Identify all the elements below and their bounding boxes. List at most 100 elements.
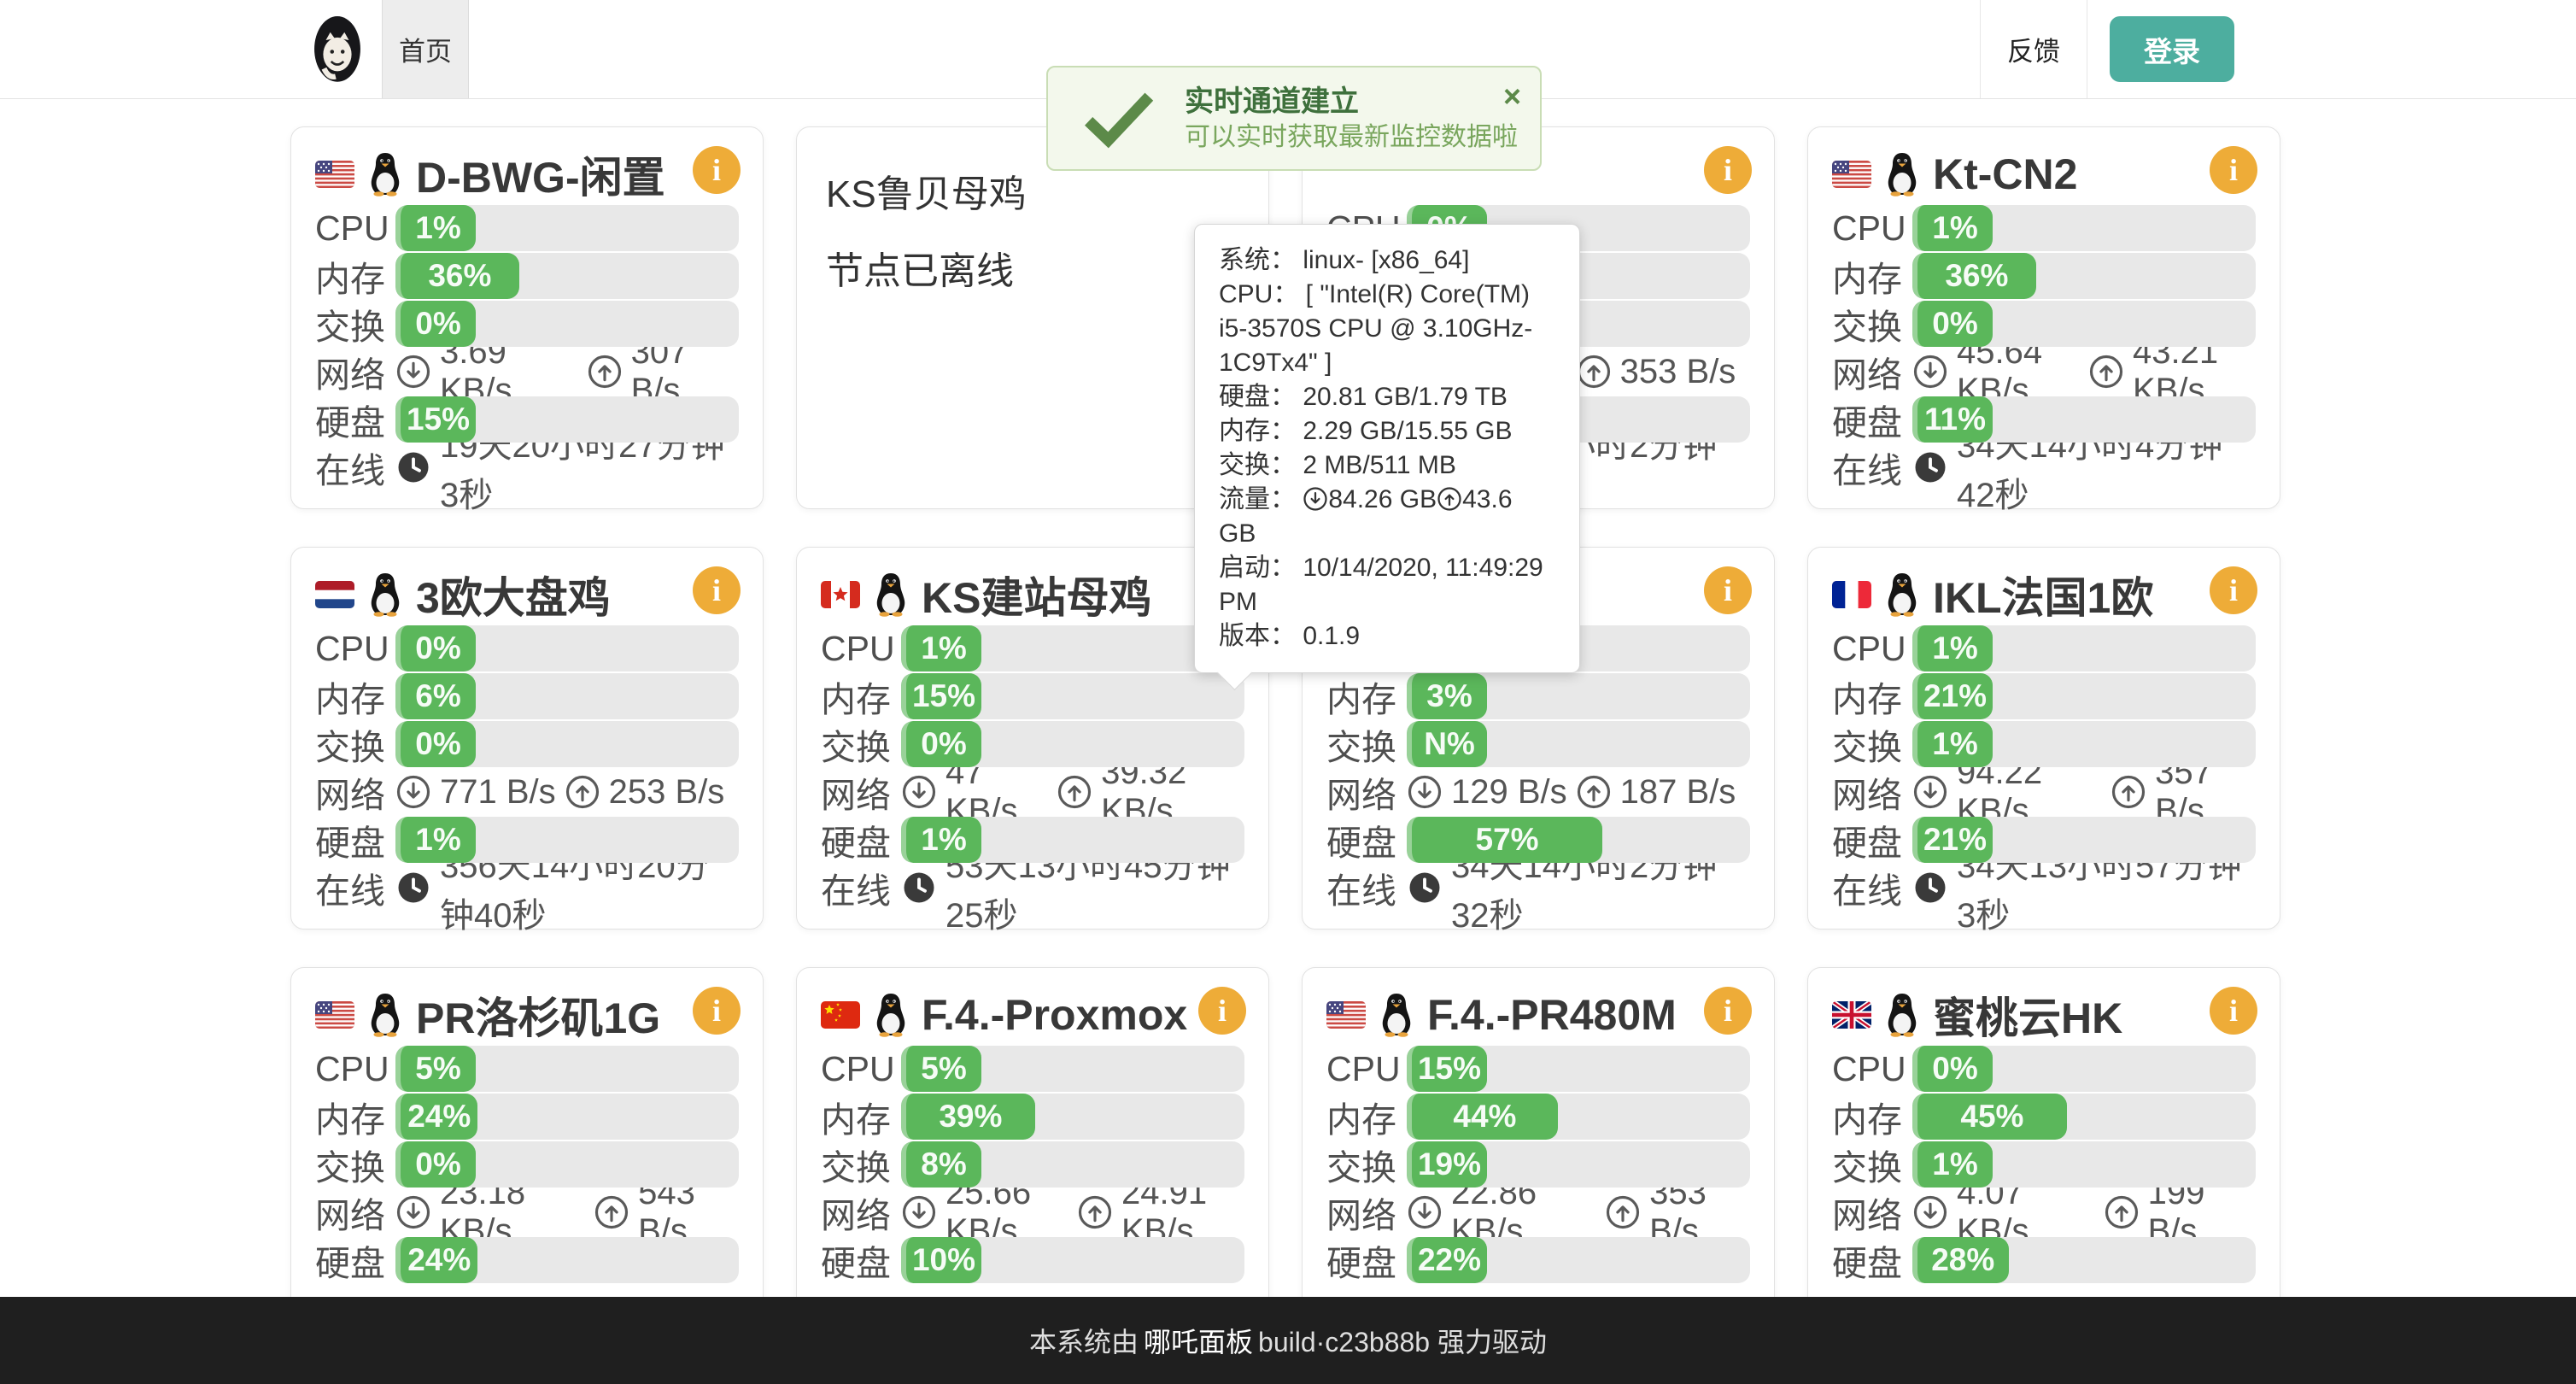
cpu-label: CPU [821, 629, 901, 669]
disk-row: 硬盘 15% [315, 396, 739, 443]
footer: 本系统由 哪吒面板 build·c23b88b 强力驱动 [0, 1297, 2576, 1384]
info-icon[interactable]: i [693, 987, 741, 1035]
tab-home[interactable]: 首页 [382, 0, 469, 98]
info-icon[interactable]: i [1704, 987, 1752, 1035]
arrow-up-circle-icon [2104, 1194, 2140, 1230]
swap-row: 交换 0% [1832, 300, 2256, 348]
arrow-up-circle-icon [2111, 774, 2146, 810]
mem-label: 内存 [821, 671, 901, 722]
net-row: 网络 25.66 KB/s 24.91 KB/s [821, 1188, 1244, 1236]
disk-bar-fill: 21% [1912, 817, 1993, 863]
feedback-link[interactable]: 反馈 [1980, 0, 2087, 98]
net-label: 网络 [1832, 1187, 1912, 1238]
net-values: 771 B/s 253 B/s [395, 773, 724, 812]
disk-bar-fill: 24% [395, 1237, 477, 1283]
disk-bar: 28% [1912, 1237, 2256, 1283]
swap-label: 交换 [1326, 718, 1407, 770]
net-values: 129 B/s 187 B/s [1407, 773, 1736, 812]
tooltip-line: 交换： 2 MB/511 MB [1219, 449, 1555, 483]
net-label: 网络 [1832, 766, 1912, 818]
toast-message: 可以实时获取最新监控数据啦 [1185, 120, 1518, 155]
arrow-down-circle-icon [1912, 774, 1948, 810]
disk-row: 硬盘 24% [315, 1236, 739, 1284]
cpu-label: CPU [1832, 629, 1912, 669]
cpu-bar: 5% [901, 1046, 1244, 1092]
check-icon [1082, 89, 1156, 149]
online-row: 在线 19天20小时27分钟3秒 [315, 443, 739, 491]
cpu-label: CPU [315, 629, 395, 669]
swap-bar: 0% [1912, 301, 2256, 347]
toast-realtime-channel: 实时通道建立 可以实时获取最新监控数据啦 × [1046, 66, 1542, 171]
info-icon[interactable]: i [1198, 987, 1246, 1035]
disk-label: 硬盘 [1832, 814, 1912, 865]
arrow-up-circle-icon [587, 354, 623, 390]
tooltip-traffic-line: 流量： 84.26 GB43.6 GB [1219, 483, 1555, 551]
cpu-row: CPU 1% [315, 204, 739, 252]
swap-bar-fill: 0% [1912, 301, 1993, 347]
disk-bar-fill: 22% [1407, 1237, 1487, 1283]
swap-label: 交换 [1832, 298, 1912, 349]
linux-tux-icon [368, 993, 402, 1037]
nezha-dashboard: 首页 反馈 登录 D-BWG-闲置 i CPU 1% 内存 36% 交换 0% [0, 0, 2576, 1384]
logo-avatar-icon [313, 15, 361, 83]
disk-bar-fill: 28% [1912, 1237, 2009, 1283]
nezha-panel-link[interactable]: 哪吒面板 [1144, 1321, 1253, 1360]
arrow-up-circle-icon [1437, 486, 1462, 512]
mem-bar: 15% [901, 673, 1244, 719]
disk-label: 硬盘 [821, 814, 901, 865]
linux-tux-icon [1379, 993, 1414, 1037]
card-title-row: F.4.-PR480M [1326, 985, 1750, 1045]
tooltip-line: 内存： 2.29 GB/15.55 GB [1219, 414, 1555, 449]
server-name: F.4.-PR480M [1427, 990, 1677, 1040]
cpu-row: CPU 1% [1832, 204, 2256, 252]
toast-title: 实时通道建立 [1185, 83, 1518, 120]
server-card: F.4.-PR480M i CPU 15% 内存 44% 交换 19% 网络 2… [1302, 967, 1775, 1350]
flag-us-icon [315, 161, 354, 188]
info-icon[interactable]: i [2210, 566, 2257, 614]
mem-bar: 39% [901, 1094, 1244, 1140]
arrow-down-circle-icon [1912, 354, 1948, 390]
mem-bar: 3% [1407, 673, 1750, 719]
mem-row: 内存 24% [315, 1093, 739, 1141]
info-icon[interactable]: i [693, 566, 741, 614]
swap-bar-fill: 0% [901, 721, 981, 767]
net-label: 网络 [821, 766, 901, 818]
clock-icon [395, 870, 431, 906]
arrow-down-circle-icon [901, 1194, 937, 1230]
info-icon[interactable]: i [2210, 987, 2257, 1035]
disk-bar: 21% [1912, 817, 2256, 863]
mem-bar: 44% [1407, 1094, 1750, 1140]
close-icon[interactable]: × [1503, 81, 1521, 112]
site-logo[interactable] [313, 15, 361, 84]
online-label: 在线 [315, 442, 395, 493]
info-icon[interactable]: i [1704, 566, 1752, 614]
swap-bar-fill: 0% [395, 301, 476, 347]
swap-bar: 0% [901, 721, 1244, 767]
cpu-bar-fill: 5% [395, 1046, 476, 1092]
cpu-label: CPU [315, 1049, 395, 1089]
disk-bar-fill: 57% [1407, 817, 1602, 863]
flag-fr-icon [1832, 581, 1871, 608]
swap-row: 交换 0% [821, 720, 1244, 768]
mem-label: 内存 [1832, 1091, 1912, 1142]
server-card: PR洛杉矶1G i CPU 5% 内存 24% 交换 0% 网络 23.18 K… [290, 967, 764, 1350]
login-button[interactable]: 登录 [2110, 16, 2234, 82]
cpu-bar: 1% [1912, 205, 2256, 251]
swap-bar: 1% [1912, 1141, 2256, 1188]
flag-us-icon [1326, 1001, 1366, 1029]
server-name: 3欧大盘鸡 [416, 564, 611, 625]
mem-label: 内存 [1832, 250, 1912, 302]
card-title-row: IKL法国1欧 [1832, 565, 2256, 625]
net-row: 网络 45.64 KB/s 43.21 KB/s [1832, 348, 2256, 396]
disk-row: 硬盘 11% [1832, 396, 2256, 443]
server-card: F.4.-Proxmox i CPU 5% 内存 39% 交换 8% 网络 25… [796, 967, 1269, 1350]
disk-label: 硬盘 [1326, 814, 1407, 865]
disk-label: 硬盘 [1326, 1234, 1407, 1286]
server-name: D-BWG-闲置 [416, 144, 665, 205]
cpu-bar: 0% [1912, 1046, 2256, 1092]
swap-row: 交换 19% [1326, 1141, 1750, 1188]
info-icon[interactable]: i [693, 146, 741, 194]
mem-row: 内存 3% [1326, 672, 1750, 720]
info-icon[interactable]: i [2210, 146, 2257, 194]
info-icon[interactable]: i [1704, 146, 1752, 194]
